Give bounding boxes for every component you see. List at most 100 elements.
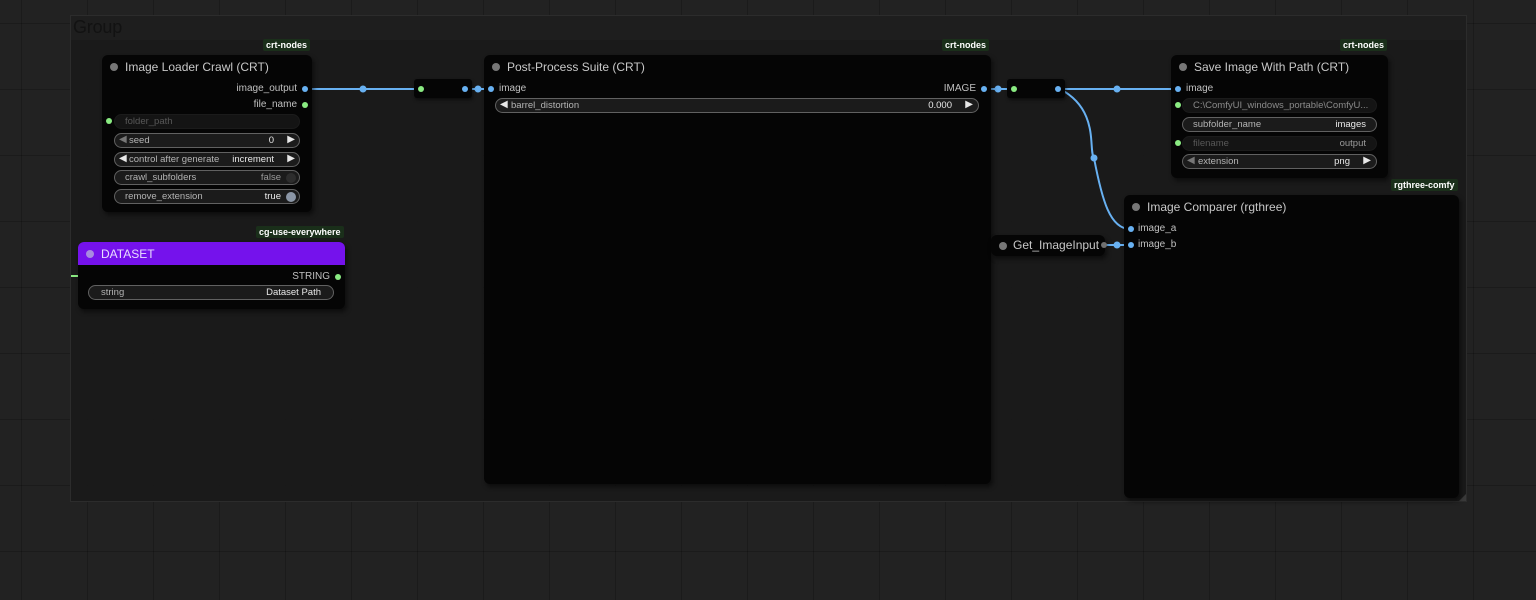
widget-label: crawl_subfolders — [125, 172, 197, 183]
output-socket-icon[interactable] — [302, 102, 308, 108]
crawl-subfolders-toggle[interactable]: crawl_subfolders false — [114, 170, 300, 185]
collapse-dot-icon[interactable] — [492, 63, 500, 71]
save-image-with-path-node[interactable]: Save Image With Path (CRT) image C:\Comf… — [1171, 55, 1388, 178]
widget-value: Dataset Path — [266, 287, 321, 298]
folder-path-widget[interactable]: folder_path — [114, 114, 300, 129]
widget-value: 0 — [268, 135, 274, 146]
input-label-image-b: image_b — [1138, 239, 1177, 250]
node-title-bar[interactable]: Post-Process Suite (CRT) — [484, 55, 991, 79]
wire-midpoint-marker — [1113, 85, 1121, 93]
seed-widget[interactable]: ◀ seed 0 ▶ — [114, 133, 300, 148]
previous-arrow-icon[interactable]: ◀ — [1187, 155, 1195, 166]
extension-widget[interactable]: ◀ extension png ▶ — [1182, 154, 1377, 169]
node-title-bar[interactable]: Image Loader Crawl (CRT) — [102, 55, 312, 79]
node-badge: crt-nodes — [1340, 39, 1388, 51]
wire-midpoint-marker — [474, 85, 482, 93]
node-title: Get_ImageInput — [1013, 238, 1100, 252]
remove-extension-toggle[interactable]: remove_extension true — [114, 189, 300, 204]
widget-label: string — [101, 287, 125, 298]
node-title-bar[interactable]: DATASET — [78, 242, 345, 265]
input-socket-icon[interactable] — [1011, 86, 1017, 92]
widget-label: remove_extension — [125, 191, 203, 202]
output-label-file-name: file_name — [253, 99, 297, 110]
widget-label: barrel_distortion — [511, 100, 580, 111]
input-label-image-a: image_a — [1138, 223, 1177, 234]
input-socket-icon[interactable] — [1175, 86, 1181, 92]
input-socket-icon[interactable] — [1175, 102, 1181, 108]
node-badge: crt-nodes — [942, 39, 990, 51]
widget-value: true — [264, 191, 281, 202]
node-title-bar[interactable]: Image Comparer (rgthree) — [1124, 195, 1459, 219]
widget-value: 0.000 — [928, 100, 952, 111]
input-socket-icon[interactable] — [418, 86, 424, 92]
input-label-image: image — [499, 83, 527, 94]
image-comparer-node[interactable]: Image Comparer (rgthree) image_a image_b — [1124, 195, 1459, 498]
node-title: Image Comparer (rgthree) — [1147, 200, 1287, 214]
collapse-dot-icon[interactable] — [1179, 63, 1187, 71]
output-socket-icon[interactable] — [462, 86, 468, 92]
output-socket-icon[interactable] — [1101, 242, 1107, 248]
widget-label: control after generate — [129, 154, 220, 165]
next-arrow-icon[interactable]: ▶ — [287, 153, 295, 164]
input-socket-icon[interactable] — [1128, 242, 1134, 248]
string-widget[interactable]: string Dataset Path — [88, 285, 334, 300]
output-label-image-output: image_output — [236, 83, 297, 94]
node-badge: cg-use-everywhere — [256, 226, 344, 238]
wire-midpoint-marker — [359, 85, 367, 93]
collapse-dot-icon[interactable] — [999, 242, 1007, 250]
widget-label: extension — [1198, 156, 1239, 167]
node-title: DATASET — [101, 246, 155, 261]
reroute-node[interactable] — [1007, 79, 1065, 98]
widget-value: increment — [232, 154, 274, 165]
wire-midpoint-marker — [1090, 154, 1098, 162]
node-title: Save Image With Path (CRT) — [1194, 60, 1350, 74]
widget-value: images — [1335, 119, 1366, 130]
control-after-generate-widget[interactable]: ◀ control after generate increment ▶ — [114, 152, 300, 167]
widget-label: folder_path — [125, 116, 173, 127]
image-loader-crawl-node[interactable]: Image Loader Crawl (CRT) image_output fi… — [102, 55, 312, 212]
widget-value: png — [1334, 156, 1350, 167]
widget-value: C:\ComfyUI_windows_portable\ComfyU... — [1193, 100, 1369, 111]
widget-label: seed — [129, 135, 150, 146]
collapse-dot-icon[interactable] — [110, 63, 118, 71]
post-process-suite-node[interactable]: Post-Process Suite (CRT) image IMAGE ◀ b… — [484, 55, 991, 484]
decrement-arrow-icon[interactable]: ◀ — [500, 99, 508, 110]
filename-widget[interactable]: filename output — [1182, 136, 1377, 151]
wire-midpoint-marker — [1113, 241, 1121, 249]
output-label-image: IMAGE — [943, 83, 976, 94]
next-arrow-icon[interactable]: ▶ — [1363, 155, 1371, 166]
widget-value: false — [260, 172, 281, 183]
output-socket-icon[interactable] — [302, 86, 308, 92]
node-graph-canvas[interactable]: Group crt-nodes Image Loader Crawl (CRT)… — [0, 0, 1536, 600]
node-badge: crt-nodes — [263, 39, 311, 51]
get-image-input-node[interactable]: Get_ImageInput — [991, 235, 1107, 256]
increment-arrow-icon[interactable]: ▶ — [965, 99, 973, 110]
output-socket-icon[interactable] — [981, 86, 987, 92]
output-socket-icon[interactable] — [335, 274, 341, 280]
input-socket-icon[interactable] — [1128, 226, 1134, 232]
toggle-knob-icon[interactable] — [286, 173, 296, 183]
input-socket-icon[interactable] — [106, 118, 112, 124]
node-title: Post-Process Suite (CRT) — [507, 60, 645, 74]
collapse-dot-icon[interactable] — [1132, 203, 1140, 211]
barrel-distortion-widget[interactable]: ◀ barrel_distortion 0.000 ▶ — [495, 98, 979, 113]
subfolder-name-widget[interactable]: subfolder_name images — [1182, 117, 1377, 132]
toggle-knob-icon[interactable] — [286, 192, 296, 202]
decrement-arrow-icon[interactable]: ◀ — [119, 134, 127, 145]
reroute-node[interactable] — [414, 79, 472, 98]
wire-midpoint-marker — [994, 85, 1002, 93]
node-title: Image Loader Crawl (CRT) — [125, 60, 269, 74]
output-socket-icon[interactable] — [1055, 86, 1061, 92]
previous-arrow-icon[interactable]: ◀ — [119, 153, 127, 164]
dataset-node[interactable]: DATASET STRING string Dataset Path — [78, 242, 345, 309]
output-label-string: STRING — [292, 271, 330, 282]
collapse-dot-icon[interactable] — [86, 250, 94, 258]
widget-value: output — [1339, 138, 1366, 149]
node-badge: rgthree-comfy — [1391, 179, 1458, 191]
input-label-image: image — [1186, 83, 1214, 94]
increment-arrow-icon[interactable]: ▶ — [287, 134, 295, 145]
input-socket-icon[interactable] — [488, 86, 494, 92]
path-widget[interactable]: C:\ComfyUI_windows_portable\ComfyU... — [1182, 98, 1377, 113]
input-socket-icon[interactable] — [1175, 140, 1181, 146]
node-title-bar[interactable]: Save Image With Path (CRT) — [1171, 55, 1388, 79]
